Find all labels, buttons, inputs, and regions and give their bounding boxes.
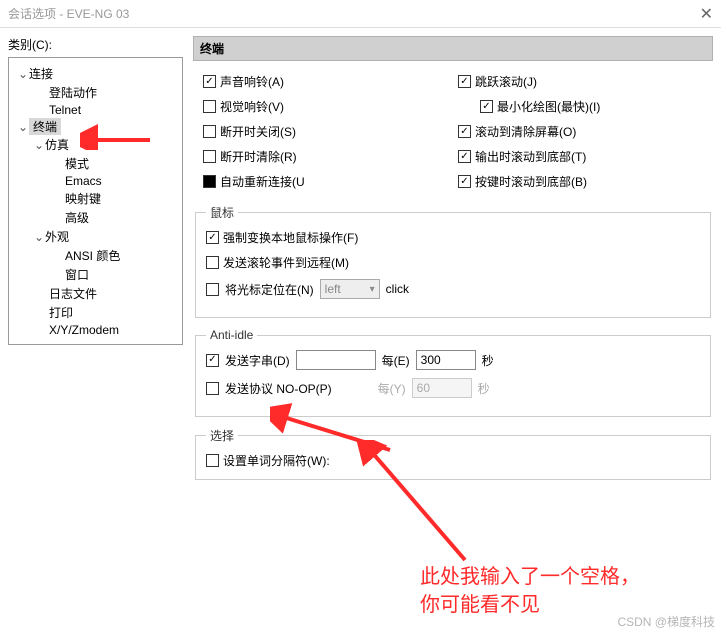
chevron-down-icon: ⌄: [17, 120, 29, 134]
checkbox-scroll-to-clear[interactable]: 滚动到清除屏幕(O): [458, 123, 703, 140]
close-icon[interactable]: ✕: [700, 4, 713, 24]
checkbox-icon: [203, 175, 216, 188]
group-anti-idle: Anti-idle 发送字串(D) 每(E) 秒 发送协议 NO-OP(P) 每…: [195, 328, 711, 417]
titlebar: 会话选项 - EVE-NG 03 ✕: [0, 0, 721, 28]
tree-ansi-color[interactable]: ANSI 颜色: [13, 246, 178, 265]
category-tree: ⌄连接 登陆动作 Telnet ⌄终端 ⌄仿真 模式 Emacs 映射键 高级 …: [8, 57, 183, 345]
label-every-e: 每(E): [382, 352, 410, 369]
checkbox-send-noop[interactable]: [206, 382, 219, 395]
group-select: 选择 设置单词分隔符(W):: [195, 427, 711, 480]
label-place-cursor: 将光标定位在(N): [225, 281, 314, 298]
tree-telnet[interactable]: Telnet: [13, 102, 178, 118]
chevron-down-icon: ⌄: [33, 138, 45, 152]
input-every-seconds[interactable]: [416, 350, 476, 370]
section-header-terminal: 终端: [193, 36, 713, 61]
checkbox-icon: [480, 100, 493, 113]
tree-advanced[interactable]: 高级: [13, 208, 178, 227]
checkbox-icon: [206, 454, 219, 467]
legend-mouse: 鼠标: [206, 204, 238, 221]
checkbox-icon: [203, 150, 216, 163]
checkbox-icon: [203, 125, 216, 138]
checkbox-jump-scroll[interactable]: 跳跃滚动(J): [458, 73, 703, 90]
checkbox-scroll-output-bottom[interactable]: 输出时滚动到底部(T): [458, 148, 703, 165]
tree-print[interactable]: 打印: [13, 303, 178, 322]
checkbox-place-cursor[interactable]: [206, 283, 219, 296]
checkbox-close-on-disconnect[interactable]: 断开时关闭(S): [203, 123, 448, 140]
checkbox-send-wheel-remote[interactable]: 发送滚轮事件到远程(M): [206, 254, 700, 271]
checkbox-word-delimiters[interactable]: 设置单词分隔符(W):: [206, 452, 700, 469]
chevron-down-icon: ⌄: [17, 67, 29, 81]
checkbox-icon: [206, 231, 219, 244]
checkbox-icon: [458, 125, 471, 138]
tree-emacs[interactable]: Emacs: [13, 173, 178, 189]
settings-panel: 终端 声音响铃(A) 视觉响铃(V) 断开时关闭(S) 断开时清除(R) 自动重…: [193, 36, 721, 626]
tree-terminal[interactable]: 终端: [29, 118, 61, 135]
label-send-string: 发送字串(D): [225, 352, 290, 369]
tree-window[interactable]: 窗口: [13, 265, 178, 284]
checkbox-minimize-drawing[interactable]: 最小化绘图(最快)(I): [480, 98, 703, 115]
label-click: click: [386, 282, 409, 296]
checkbox-send-string[interactable]: [206, 354, 219, 367]
label-send-noop: 发送协议 NO-OP(P): [225, 380, 332, 397]
chevron-down-icon: ⌄: [33, 230, 45, 244]
label-every-y: 每(Y): [378, 380, 406, 397]
checkbox-audio-bell[interactable]: 声音响铃(A): [203, 73, 448, 90]
window-title: 会话选项 - EVE-NG 03: [8, 5, 129, 22]
input-send-string[interactable]: [296, 350, 376, 370]
checkbox-scroll-key-bottom[interactable]: 按键时滚动到底部(B): [458, 173, 703, 190]
tree-connection[interactable]: ⌄连接: [13, 64, 178, 83]
legend-anti-idle: Anti-idle: [206, 328, 257, 342]
input-noop-seconds: [412, 378, 472, 398]
checkbox-clear-on-disconnect[interactable]: 断开时清除(R): [203, 148, 448, 165]
checkbox-force-local-mouse[interactable]: 强制变换本地鼠标操作(F): [206, 229, 700, 246]
tree-emulation[interactable]: ⌄仿真: [13, 135, 178, 154]
checkbox-visual-bell[interactable]: 视觉响铃(V): [203, 98, 448, 115]
checkbox-icon: [458, 150, 471, 163]
checkbox-icon: [203, 100, 216, 113]
tree-mode[interactable]: 模式: [13, 154, 178, 173]
tree-map-keys[interactable]: 映射键: [13, 189, 178, 208]
checkbox-auto-reconnect[interactable]: 自动重新连接(U: [203, 173, 448, 190]
checkbox-icon: [458, 75, 471, 88]
legend-select: 选择: [206, 427, 238, 444]
checkbox-icon: [206, 256, 219, 269]
group-mouse: 鼠标 强制变换本地鼠标操作(F) 发送滚轮事件到远程(M) 将光标定位在(N) …: [195, 204, 711, 318]
label-seconds: 秒: [482, 352, 494, 369]
checkbox-icon: [458, 175, 471, 188]
tree-login-action[interactable]: 登陆动作: [13, 83, 178, 102]
label-seconds-2: 秒: [478, 380, 490, 397]
category-label: 类别(C):: [8, 36, 183, 53]
tree-xyzmodem[interactable]: X/Y/Zmodem: [13, 322, 178, 338]
tree-appearance[interactable]: ⌄外观: [13, 227, 178, 246]
select-cursor-position: left: [320, 279, 380, 299]
checkbox-icon: [203, 75, 216, 88]
tree-log-file[interactable]: 日志文件: [13, 284, 178, 303]
